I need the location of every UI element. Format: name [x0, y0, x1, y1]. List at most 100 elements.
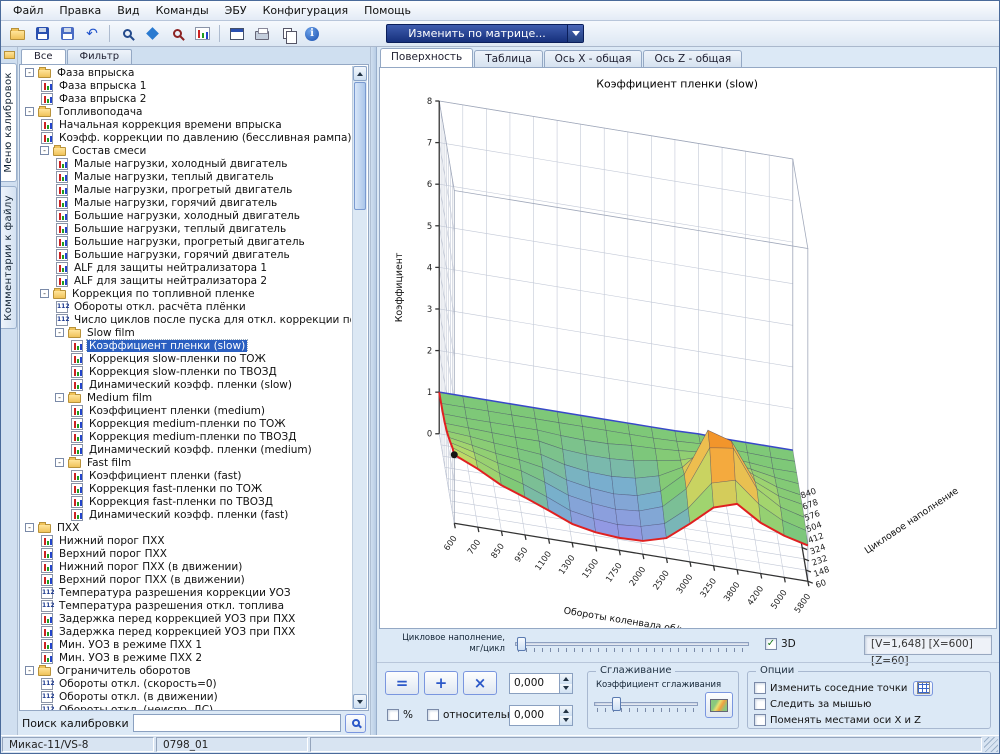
value-field[interactable]: 0,000 — [510, 674, 559, 693]
tree-item[interactable]: Динамический коэфф. пленки (medium) — [22, 443, 351, 456]
tree-item[interactable]: Мин. УОЗ в режиме ПХХ 1 — [22, 638, 351, 651]
chart-view-button[interactable] — [190, 23, 214, 45]
tree-expander[interactable]: - — [25, 666, 34, 675]
spin-down-button[interactable] — [560, 684, 572, 694]
set-value-button[interactable]: = — [385, 671, 419, 695]
spinner[interactable] — [559, 706, 572, 725]
menu-item-config[interactable]: Конфигурация — [255, 1, 357, 20]
tree-item[interactable]: ALF для защиты нейтрализатора 2 — [22, 274, 351, 287]
tree-item[interactable]: 112Обороты откл. (скорость=0) — [22, 677, 351, 690]
side-tab-file-comments[interactable]: Комментарии к файлу — [1, 186, 17, 330]
tree-expander[interactable]: - — [55, 458, 64, 467]
search-input[interactable] — [133, 714, 341, 732]
slider-thumb[interactable] — [517, 637, 526, 651]
tree-item[interactable]: Коэфф. коррекции по давлению (бессливная… — [22, 131, 351, 144]
search-button[interactable] — [345, 714, 366, 733]
tree-folder[interactable]: -Фаза впрыска — [22, 66, 351, 79]
tab-axis-z[interactable]: Ось Z - общая — [643, 50, 742, 67]
menu-item-edit[interactable]: Правка — [51, 1, 109, 20]
tree-item[interactable]: Коррекция fast-пленки по ТОЖ — [22, 482, 351, 495]
add-value-button[interactable]: + — [424, 671, 458, 695]
spin-down-button[interactable] — [560, 716, 572, 726]
checkbox-3d[interactable]: 3D — [765, 638, 796, 650]
tree-item[interactable]: Задержка перед коррекцией УОЗ при ПХХ — [22, 612, 351, 625]
tree-item[interactable]: 112Температура разрешения коррекции УОЗ — [22, 586, 351, 599]
scroll-down-button[interactable] — [353, 694, 367, 709]
tree-expander[interactable]: - — [25, 523, 34, 532]
tree-item[interactable]: ALF для защиты нейтрализатора 1 — [22, 261, 351, 274]
checkbox-swap-axes[interactable]: Поменять местами оси X и Z — [754, 714, 921, 726]
resize-grip[interactable] — [984, 737, 998, 752]
tree-item[interactable]: Задержка перед коррекцией УОЗ при ПХХ — [22, 625, 351, 638]
tree-expander[interactable]: - — [40, 146, 49, 155]
target-button[interactable] — [140, 23, 164, 45]
tree-scrollbar[interactable] — [352, 66, 367, 709]
tree-folder[interactable]: -ПХХ — [22, 521, 351, 534]
tree-item[interactable]: 112Обороты откл. (неиспр. ДС) — [22, 703, 351, 711]
save-file-button[interactable] — [30, 23, 54, 45]
checkbox-edit-neighbors[interactable]: Изменить соседние точки — [754, 682, 907, 694]
tree-tab-filter[interactable]: Фильтр — [67, 49, 133, 64]
matrix-combo[interactable]: Изменить по матрице... — [386, 24, 584, 43]
tree-item[interactable]: 112Температура разрешения откл. топлива — [22, 599, 351, 612]
tree-item[interactable]: Нижний порог ПХХ (в движении) — [22, 560, 351, 573]
checkbox-follow-mouse[interactable]: Следить за мышью — [754, 698, 871, 710]
tree-item[interactable]: Большие нагрузки, прогретый двигатель — [22, 235, 351, 248]
tree-item[interactable]: Динамический коэфф. пленки (slow) — [22, 378, 351, 391]
tree-item[interactable]: Верхний порог ПХХ (в движении) — [22, 573, 351, 586]
zoom-button[interactable] — [165, 23, 189, 45]
tree-item[interactable]: Коррекция slow-пленки по ТВОЗД — [22, 365, 351, 378]
tree-tab-all[interactable]: Все — [21, 49, 66, 64]
checkbox-percent[interactable]: % — [387, 709, 413, 721]
tree-expander[interactable]: - — [25, 68, 34, 77]
tree-item[interactable]: Динамический коэфф. пленки (fast) — [22, 508, 351, 521]
tree-item[interactable]: Коэффициент пленки (fast) — [22, 469, 351, 482]
tree-item[interactable]: Фаза впрыска 2 — [22, 92, 351, 105]
menu-item-help[interactable]: Помощь — [356, 1, 419, 20]
multiply-value-button[interactable]: × — [463, 671, 497, 695]
value-spinbox[interactable]: 0,000 — [509, 673, 573, 694]
tree-item[interactable]: Фаза впрыска 1 — [22, 79, 351, 92]
chevron-down-icon[interactable] — [567, 25, 583, 42]
tab-surface[interactable]: Поверхность — [380, 48, 473, 67]
save-all-button[interactable] — [55, 23, 79, 45]
tree-item[interactable]: Коэффициент пленки (medium) — [22, 404, 351, 417]
relative-field[interactable]: 0,000 — [510, 706, 559, 725]
tree-item-selected[interactable]: Коэффициент пленки (slow) — [22, 339, 351, 352]
window-layout-button[interactable] — [225, 23, 249, 45]
tree-item[interactable]: Малые нагрузки, холодный двигатель — [22, 157, 351, 170]
tree-folder[interactable]: -Ограничитель оборотов — [22, 664, 351, 677]
undo-button[interactable]: ↶ — [80, 23, 104, 45]
tree-folder[interactable]: -Slow film — [22, 326, 351, 339]
tree-item[interactable]: Большие нагрузки, теплый двигатель — [22, 222, 351, 235]
tab-table[interactable]: Таблица — [474, 50, 542, 67]
tree-item[interactable]: Нижний порог ПХХ — [22, 534, 351, 547]
tree-item[interactable]: Начальная коррекция времени впрыска — [22, 118, 351, 131]
menu-item-commands[interactable]: Команды — [148, 1, 217, 20]
selected-point-marker[interactable] — [451, 451, 458, 458]
spin-up-button[interactable] — [560, 706, 572, 716]
tree-item[interactable]: Коррекция fast-пленки по ТВОЗД — [22, 495, 351, 508]
info-button[interactable]: i — [300, 23, 324, 45]
tree-item[interactable]: Коррекция medium-пленки по ТВОЗД — [22, 430, 351, 443]
smoothing-slider[interactable] — [594, 696, 698, 714]
checkbox-relative[interactable]: относительно — [427, 709, 520, 721]
tree-folder[interactable]: -Коррекция по топливной пленке — [22, 287, 351, 300]
tree-item[interactable]: Мин. УОЗ в режиме ПХХ 2 — [22, 651, 351, 664]
relative-spinbox[interactable]: 0,000 — [509, 705, 573, 726]
tree-expander[interactable]: - — [55, 328, 64, 337]
tree-folder[interactable]: -Топливоподача — [22, 105, 351, 118]
scroll-up-button[interactable] — [353, 66, 367, 81]
spin-up-button[interactable] — [560, 674, 572, 684]
open-file-button[interactable] — [5, 23, 29, 45]
tree-item[interactable]: 112Обороты откл. (в движении) — [22, 690, 351, 703]
tab-axis-x[interactable]: Ось X - общая — [544, 50, 643, 67]
tree-item[interactable]: 112Обороты откл. расчёта плёнки — [22, 300, 351, 313]
tree-item[interactable]: Малые нагрузки, теплый двигатель — [22, 170, 351, 183]
spinner[interactable] — [559, 674, 572, 693]
tree-expander[interactable]: - — [25, 107, 34, 116]
copy-button[interactable] — [275, 23, 299, 45]
tree-item[interactable]: Малые нагрузки, прогретый двигатель — [22, 183, 351, 196]
tree-item[interactable]: Малые нагрузки, горячий двигатель — [22, 196, 351, 209]
menu-item-ecu[interactable]: ЭБУ — [217, 1, 255, 20]
